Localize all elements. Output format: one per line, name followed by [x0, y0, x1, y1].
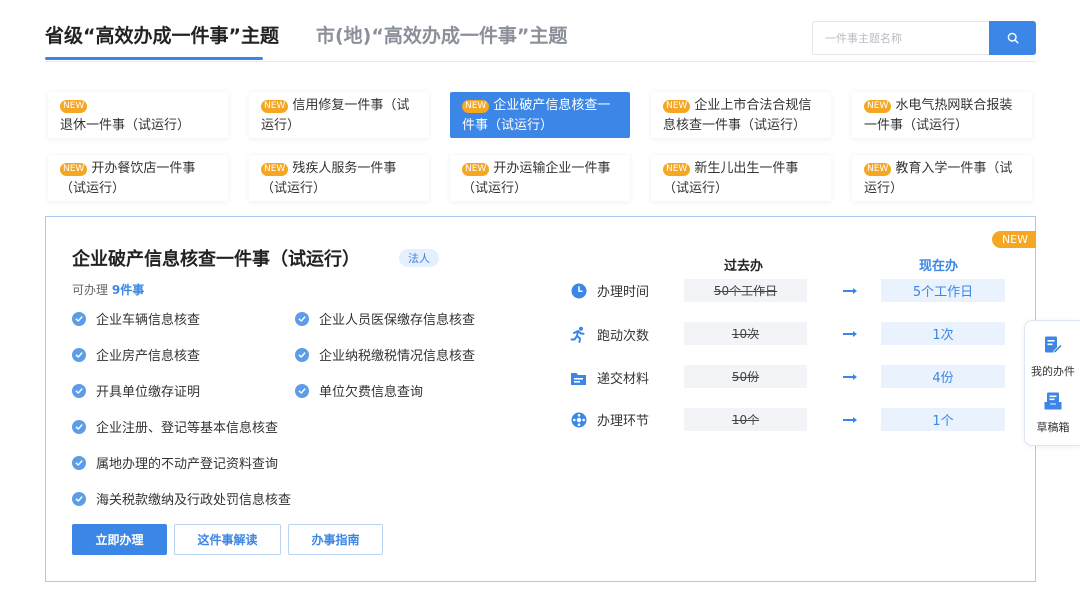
past-column-header: 过去办: [724, 259, 764, 274]
check-circle-icon: [72, 455, 86, 470]
service-guide-button[interactable]: 办事指南: [288, 524, 383, 555]
my-items-label: 我的办件: [1031, 365, 1075, 378]
service-item: 企业房产信息核查: [72, 345, 200, 364]
draft-box-icon: [1043, 391, 1063, 415]
past-value: 10次: [684, 322, 807, 345]
topic-card[interactable]: NEW 开办餐饮店一件事（试运行）: [48, 155, 228, 201]
topic-label: 退休一件事（试运行）: [60, 118, 191, 133]
process-icon: [570, 411, 587, 428]
arrow-right-icon: [843, 331, 857, 337]
metric-label: 办理环节: [597, 414, 650, 429]
topic-card[interactable]: NEW 新生儿出生一件事（试运行）: [651, 155, 831, 201]
service-item-label: 海关税款缴纳及行政处罚信息核查: [96, 493, 292, 508]
topic-detail-panel: NEW 企业破产信息核查一件事（试运行） 法人 可办理 9件事 企业车辆信息核查…: [45, 216, 1036, 582]
new-badge: NEW: [864, 100, 892, 113]
topic-card[interactable]: NEW 残疾人服务一件事（试运行）: [249, 155, 429, 201]
service-item-label: 开具单位缴存证明: [96, 385, 201, 400]
header: 省级“高效办成一件事”主题 市(地)“高效办成一件事”主题: [45, 0, 1036, 62]
check-circle-icon: [72, 311, 86, 326]
drafts-button[interactable]: 草稿箱: [1025, 391, 1080, 435]
drafts-label: 草稿箱: [1036, 421, 1070, 434]
service-item: 企业人员医保缴存信息核查: [295, 309, 475, 328]
check-circle-icon: [72, 491, 86, 506]
service-item-label: 单位欠费信息查询: [319, 385, 424, 400]
topic-card[interactable]: NEW 开办运输企业一件事（试运行）: [450, 155, 630, 201]
topic-card[interactable]: NEW 退休一件事（试运行）: [48, 92, 228, 138]
floating-side-widget: 我的办件 草稿箱: [1024, 320, 1080, 446]
metric-materials: 递交材料: [570, 368, 649, 387]
applicant-type-tag: 法人: [399, 249, 439, 267]
service-item: 海关税款缴纳及行政处罚信息核查: [72, 489, 291, 508]
topic-card[interactable]: NEW 企业上市合法合规信息核查一件事（试运行）: [651, 92, 831, 138]
count-value: 9件事: [111, 283, 145, 297]
edit-document-icon: [1043, 335, 1063, 359]
now-value: 5个工作日: [881, 279, 1005, 302]
search-input[interactable]: [813, 22, 990, 54]
metric-steps: 办理环节: [570, 410, 649, 429]
now-value: 1次: [881, 322, 1005, 345]
my-items-button[interactable]: 我的办件: [1025, 335, 1080, 379]
past-value: 10个: [684, 408, 807, 431]
detail-title: 企业破产信息核查一件事（试运行）: [72, 249, 360, 270]
new-badge: NEW: [261, 163, 289, 176]
service-item-label: 属地办理的不动产登记资料查询: [96, 457, 279, 472]
available-count: 可办理 9件事: [72, 281, 144, 298]
count-prefix: 可办理: [72, 283, 109, 297]
now-value: 4份: [881, 365, 1005, 388]
clock-icon: [570, 282, 587, 299]
metric-label: 办理时间: [597, 285, 650, 300]
check-circle-icon: [295, 347, 309, 362]
new-badge: NEW: [663, 163, 691, 176]
service-item: 企业车辆信息核查: [72, 309, 200, 328]
topic-card-selected[interactable]: NEW 企业破产信息核查一件事（试运行）: [450, 92, 630, 138]
metric-label: 跑动次数: [597, 329, 650, 344]
service-item: 单位欠费信息查询: [295, 381, 423, 400]
past-value: 50份: [684, 365, 807, 388]
tab-province-topics[interactable]: 省级“高效办成一件事”主题: [45, 21, 279, 48]
now-column-header: 现在办: [919, 259, 959, 274]
new-badge: NEW: [663, 100, 691, 113]
past-value: 50个工作日: [684, 279, 807, 302]
check-circle-icon: [295, 383, 309, 398]
topic-card[interactable]: NEW 教育入学一件事（试运行）: [852, 155, 1032, 201]
apply-now-button[interactable]: 立即办理: [72, 524, 167, 555]
service-item: 企业注册、登记等基本信息核查: [72, 417, 278, 436]
service-item: 开具单位缴存证明: [72, 381, 200, 400]
topic-card[interactable]: NEW 信用修复一件事（试运行）: [249, 92, 429, 138]
check-circle-icon: [72, 347, 86, 362]
new-badge: NEW: [60, 163, 88, 176]
arrow-right-icon: [843, 374, 857, 380]
new-badge: NEW: [864, 163, 892, 176]
folder-icon: [570, 369, 587, 386]
new-badge: NEW: [462, 100, 490, 113]
new-badge: NEW: [462, 163, 490, 176]
check-circle-icon: [72, 419, 86, 434]
service-item-label: 企业车辆信息核查: [96, 313, 201, 328]
search-box: [812, 21, 1036, 55]
new-badge: NEW: [60, 100, 88, 113]
service-item-label: 企业纳税缴税情况信息核查: [319, 349, 476, 364]
arrow-right-icon: [843, 288, 857, 294]
check-circle-icon: [295, 311, 309, 326]
running-icon: [570, 326, 587, 343]
topic-card[interactable]: NEW 水电气热网联合报装一件事（试运行）: [852, 92, 1032, 138]
interpretation-button[interactable]: 这件事解读: [174, 524, 281, 555]
metric-time: 办理时间: [570, 281, 649, 300]
arrow-right-icon: [843, 417, 857, 423]
service-item: 属地办理的不动产登记资料查询: [72, 453, 278, 472]
tab-city-topics[interactable]: 市(地)“高效办成一件事”主题: [316, 21, 567, 48]
metric-trips: 跑动次数: [570, 325, 649, 344]
service-item-label: 企业注册、登记等基本信息核查: [96, 421, 279, 436]
check-circle-icon: [72, 383, 86, 398]
panel-new-badge: NEW: [991, 231, 1036, 248]
service-item-label: 企业人员医保缴存信息核查: [319, 313, 476, 328]
new-badge: NEW: [261, 100, 289, 113]
service-item: 企业纳税缴税情况信息核查: [295, 345, 475, 364]
search-icon: [1007, 29, 1019, 48]
metric-label: 递交材料: [597, 372, 650, 387]
search-button[interactable]: [989, 21, 1036, 55]
now-value: 1个: [881, 408, 1005, 431]
active-tab-indicator: [45, 57, 263, 60]
service-item-label: 企业房产信息核查: [96, 349, 201, 364]
